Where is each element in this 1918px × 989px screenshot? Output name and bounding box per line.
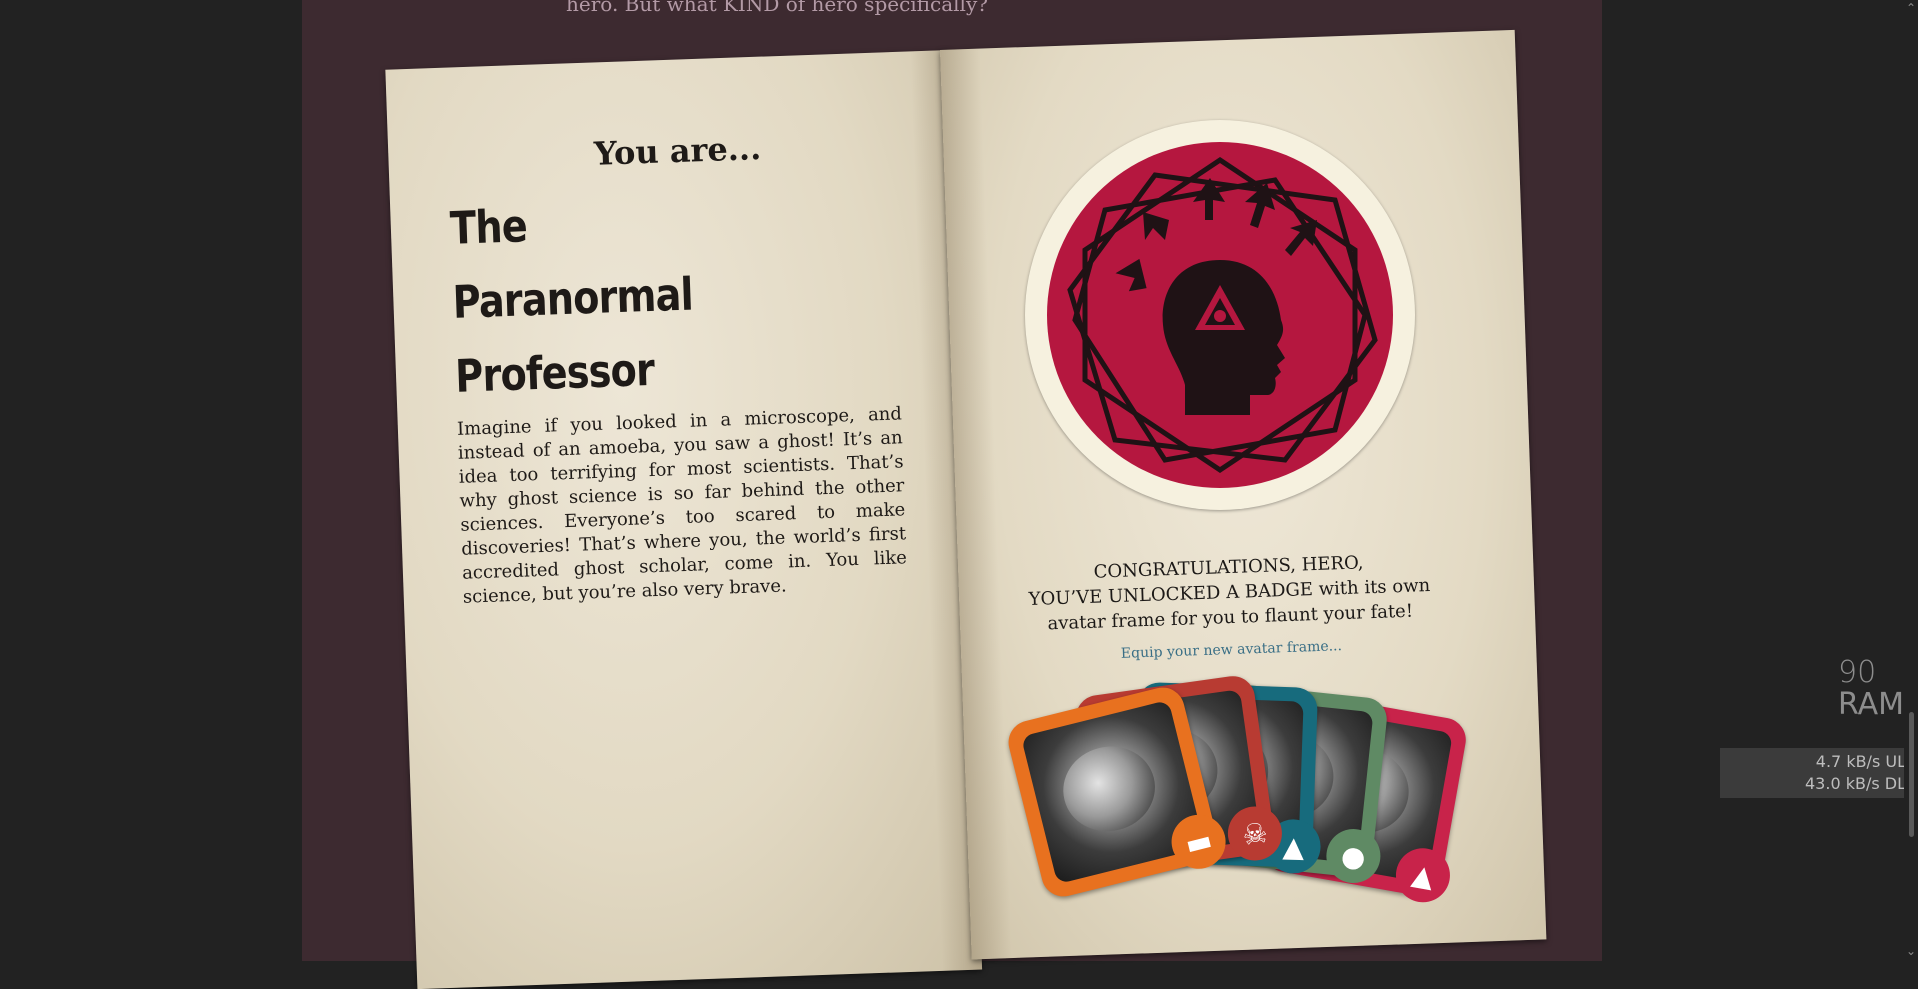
ram-value: 90 [1838,655,1877,690]
result-text-block: You are... The Paranormal Professor Imag… [447,124,923,610]
scroll-thumb[interactable] [1909,712,1914,837]
vertical-scrollbar[interactable]: ⌃ ⌄ [1904,0,1918,961]
hero-type-title: The Paranormal Professor [449,199,694,403]
system-monitor-overlay [1718,0,1918,961]
hero-description: Imagine if you looked in a microscope, a… [456,403,908,608]
congratulations-message: CONGRATULATIONS, HERO, YOU’VE UNLOCKED A… [998,547,1461,671]
download-speed: 43.0 kB/s DL [1805,774,1906,793]
head-with-triangle-eye-and-arrows-icon [1047,142,1393,488]
intro-text: hero. But what KIND of hero specifically… [566,0,988,16]
scroll-up-icon[interactable]: ⌃ [1905,2,1917,14]
ram-label: RAM [1838,687,1905,722]
badge [1025,120,1415,510]
scroll-down-icon[interactable]: ⌄ [1905,945,1917,957]
network-speed-box: 4.7 kB/s UL 43.0 kB/s DL [1720,748,1918,798]
upload-speed: 4.7 kB/s UL [1815,752,1906,771]
